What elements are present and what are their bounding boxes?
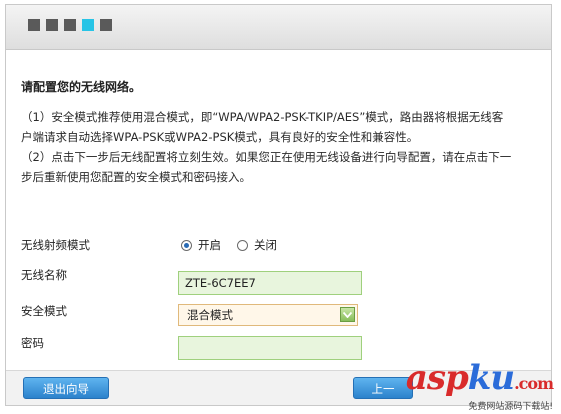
security-row: 安全模式 混合模式 — [21, 301, 551, 331]
step-4-indicator-active — [82, 19, 94, 31]
previous-button[interactable]: 上一 — [353, 377, 413, 399]
step-3-indicator — [64, 19, 76, 31]
radio-mode-label: 无线射频模式 — [21, 238, 90, 252]
password-label: 密码 — [21, 336, 44, 350]
step-indicator — [28, 19, 112, 31]
wizard-header — [6, 5, 551, 50]
page-title: 请配置您的无线网络。 — [21, 80, 142, 94]
ssid-label: 无线名称 — [21, 268, 67, 282]
password-row: 密码 — [21, 331, 551, 361]
wizard-window: 请配置您的无线网络。 （1）安全模式推荐使用混合模式，即“WPA/WPA2-PS… — [5, 4, 552, 406]
security-selected-value: 混合模式 — [187, 308, 233, 322]
radio-off-button[interactable] — [237, 239, 248, 251]
password-input[interactable] — [178, 336, 362, 360]
security-label: 安全模式 — [21, 304, 67, 318]
radio-mode-group: 开启 关闭 — [181, 237, 287, 253]
radio-mode-row: 无线射频模式 开启 关闭 — [21, 237, 551, 257]
ssid-row: 无线名称 ZTE-6C7EE7 — [21, 265, 551, 295]
instruction-line: （1）安全模式推荐使用混合模式，即“WPA/WPA2-PSK-TKIP/AES”… — [21, 110, 504, 124]
instruction-line: （2）点击下一步后无线配置将立刻生效。如果您正在使用无线设备进行向导配置，请在点… — [21, 150, 512, 164]
security-select[interactable]: 混合模式 — [178, 304, 358, 326]
wizard-footer: 退出向导 上一 — [6, 370, 551, 405]
radio-on-label[interactable]: 开启 — [198, 237, 221, 253]
step-2-indicator — [46, 19, 58, 31]
ssid-input[interactable]: ZTE-6C7EE7 — [178, 271, 362, 295]
step-5-indicator — [100, 19, 112, 31]
chevron-down-icon[interactable] — [340, 307, 355, 322]
step-1-indicator — [28, 19, 40, 31]
radio-off-label[interactable]: 关闭 — [254, 237, 277, 253]
instruction-line: 步后重新使用您配置的安全模式和密码接入。 — [21, 170, 251, 184]
instruction-line: 户端请求自动选择WPA-PSK或WPA2-PSK模式，具有良好的安全性和兼容性。 — [21, 130, 419, 144]
radio-on-button[interactable] — [181, 239, 192, 251]
exit-wizard-button[interactable]: 退出向导 — [23, 377, 109, 399]
instructions: 请配置您的无线网络。 （1）安全模式推荐使用混合模式，即“WPA/WPA2-PS… — [21, 79, 546, 187]
